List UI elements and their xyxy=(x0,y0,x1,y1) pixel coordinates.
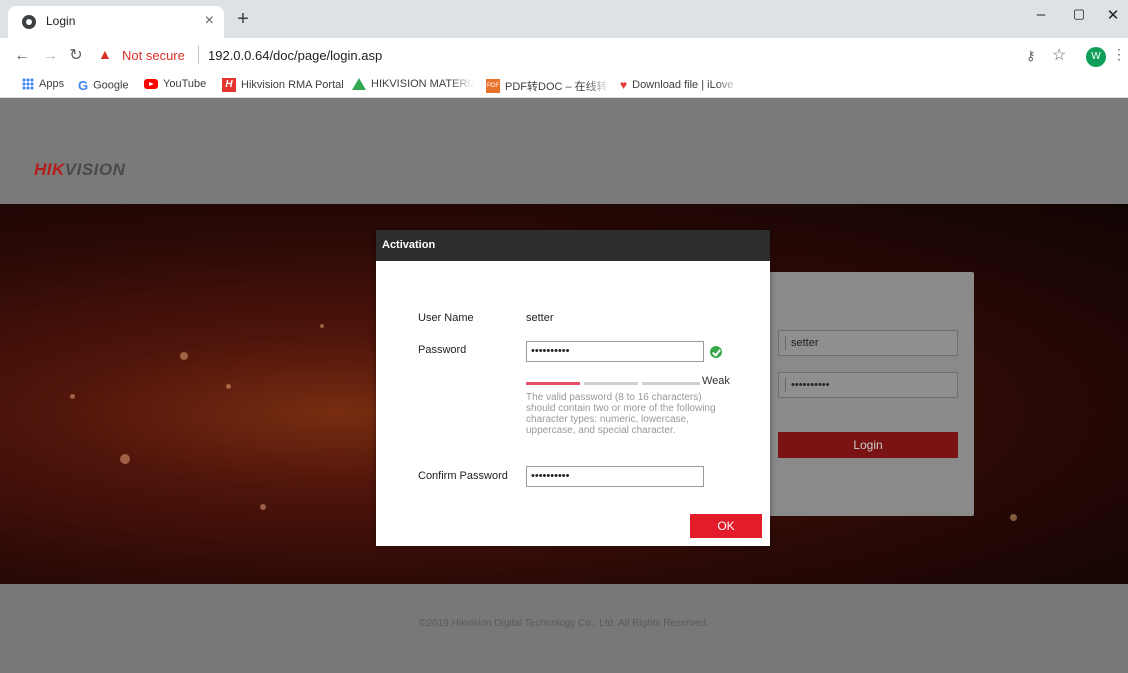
strength-bar-1 xyxy=(526,382,580,385)
login-password-field[interactable]: •••••••••• xyxy=(778,372,958,398)
close-window-icon[interactable]: ✕ xyxy=(1098,6,1128,24)
profile-avatar[interactable]: W xyxy=(1086,47,1106,67)
restore-icon[interactable]: ▢ xyxy=(1064,6,1094,22)
key-icon[interactable]: ⚷ xyxy=(1026,48,1036,64)
google-icon: G xyxy=(78,78,89,93)
address-separator xyxy=(198,46,199,64)
strength-label: Weak xyxy=(702,375,730,387)
confirm-password-label: Confirm Password xyxy=(418,470,508,482)
user-name-label: User Name xyxy=(418,312,474,324)
activation-dialog: Activation User Name setter Password •••… xyxy=(376,230,770,546)
bokeh-dot xyxy=(320,324,324,328)
bokeh-dot xyxy=(70,394,75,399)
minimize-icon[interactable]: – xyxy=(1026,6,1056,23)
forward-arrow-icon[interactable]: → xyxy=(40,46,60,66)
browser-tab[interactable]: Login × xyxy=(8,6,224,38)
valid-check-icon xyxy=(710,346,722,358)
warning-triangle-icon[interactable]: ▲ xyxy=(98,46,112,62)
browser-tabstrip: Login × + – ▢ ✕ xyxy=(0,0,1128,38)
pdf-icon: PDF xyxy=(486,79,500,93)
bokeh-dot xyxy=(120,454,130,464)
youtube-icon xyxy=(144,79,158,90)
heart-icon: ♥ xyxy=(620,78,628,92)
bookmark-youtube[interactable]: YouTube xyxy=(144,78,206,94)
browser-toolbar: ← → ↻ ▲ Not secure 192.0.0.64/doc/page/l… xyxy=(0,38,1128,74)
login-button[interactable]: Login xyxy=(778,432,958,458)
bookmark-apps[interactable]: Apps xyxy=(22,78,64,94)
star-icon[interactable]: ☆ xyxy=(1052,45,1066,65)
close-tab-icon[interactable]: × xyxy=(205,12,214,30)
not-secure-label[interactable]: Not secure xyxy=(122,48,185,63)
address-bar[interactable]: ▲ Not secure 192.0.0.64/doc/page/login.a… xyxy=(96,42,1006,70)
bokeh-dot xyxy=(1010,514,1017,521)
back-arrow-icon[interactable]: ← xyxy=(12,46,32,66)
tab-title: Login xyxy=(46,14,76,28)
ok-button[interactable]: OK xyxy=(690,514,762,538)
site-favicon-icon xyxy=(22,15,36,29)
bookmark-hikvision-material[interactable]: HIKVISION MATERIAL xyxy=(352,78,474,94)
strength-bar-3 xyxy=(642,382,700,385)
user-name-value: setter xyxy=(526,312,554,324)
bookmark-hikvision-rma[interactable]: H Hikvision RMA Portal xyxy=(222,78,344,94)
dialog-title: Activation xyxy=(382,239,436,251)
password-label: Password xyxy=(418,344,467,356)
kebab-menu-icon[interactable]: ⋮ xyxy=(1112,46,1126,63)
strength-bar-2 xyxy=(584,382,638,385)
bokeh-dot xyxy=(226,384,231,389)
bookmark-ilove[interactable]: ♥ Download file | iLove xyxy=(620,78,740,94)
password-hint: The valid password (8 to 16 characters) … xyxy=(526,392,716,436)
url-text[interactable]: 192.0.0.64/doc/page/login.asp xyxy=(208,48,382,63)
dialog-header: Activation xyxy=(376,230,770,261)
web-page: HIKVISION setter •••••••••• Login ©2019 … xyxy=(0,98,1128,673)
hikvision-logo: HIKVISION xyxy=(34,160,126,179)
drive-icon xyxy=(352,78,366,91)
new-tab-button[interactable]: + xyxy=(232,8,254,30)
bookmark-pdf2doc[interactable]: PDF PDF转DOC – 在线转换 xyxy=(486,78,610,94)
confirm-password-field[interactable]: •••••••••• xyxy=(526,466,704,487)
hikvision-icon: H xyxy=(222,78,236,92)
login-username-field[interactable]: setter xyxy=(778,330,958,356)
bokeh-dot xyxy=(180,352,188,360)
page-footer: ©2019 Hikvision Digital Technology Co., … xyxy=(0,584,1128,673)
brand-header: HIKVISION xyxy=(0,98,1128,204)
bookmark-google[interactable]: G Google xyxy=(78,78,129,94)
login-panel: setter •••••••••• Login xyxy=(758,272,974,516)
reload-icon[interactable]: ↻ xyxy=(66,46,86,66)
copyright-text: ©2019 Hikvision Digital Technology Co., … xyxy=(419,618,709,629)
bookmarks-bar: Apps G Google YouTube H Hikvision RMA Port… xyxy=(0,74,1128,98)
password-field[interactable]: •••••••••• xyxy=(526,341,704,362)
apps-grid-icon xyxy=(22,78,34,91)
bokeh-dot xyxy=(260,504,266,510)
